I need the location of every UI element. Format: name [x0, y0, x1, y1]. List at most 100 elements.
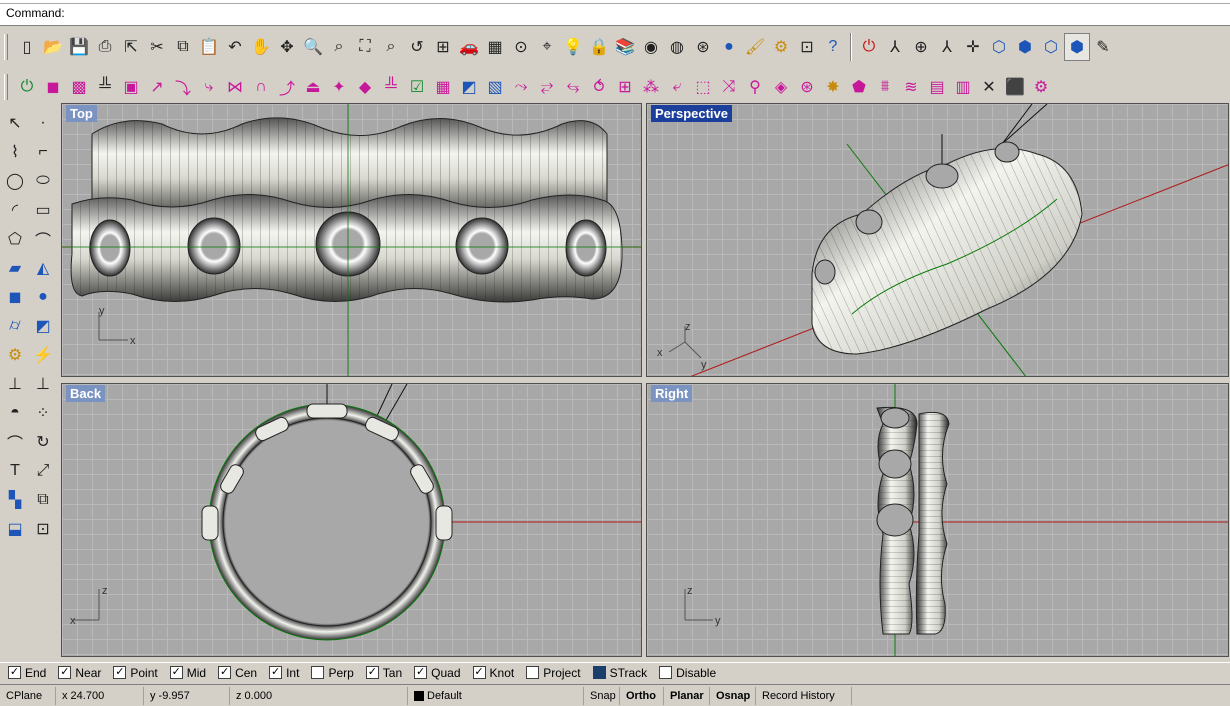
osnap-strack[interactable]: STrack — [592, 666, 647, 680]
axes-button[interactable]: ⅄ — [934, 33, 960, 61]
viewport-title-right[interactable]: Right — [651, 385, 693, 402]
wave-button[interactable]: ≋ — [898, 73, 924, 101]
planar-toggle[interactable]: Planar — [664, 686, 710, 705]
soft-box-button[interactable]: ▤ — [924, 73, 950, 101]
polygon-button[interactable]: ⬠ — [2, 224, 28, 253]
osnap-near[interactable]: ✓ Near — [58, 666, 101, 680]
cube-pink-button[interactable]: ◼ — [40, 73, 66, 101]
loft-surface-button[interactable]: ◭ — [30, 253, 56, 282]
viewport-perspective[interactable]: Perspective z x y — [646, 103, 1229, 377]
flow-button[interactable]: ⤳ — [508, 73, 534, 101]
viewport-title-top[interactable]: Top — [66, 105, 97, 122]
viewport-right[interactable]: Right z y — [646, 383, 1229, 657]
mesh-plane-button[interactable]: ◩ — [30, 311, 56, 340]
mesh-cube-button[interactable]: ▩ — [66, 73, 92, 101]
osnap-tan[interactable]: ✓ Tan — [365, 666, 402, 680]
undo-view-button[interactable]: ↺ — [404, 33, 430, 61]
osnap-project[interactable]: Project — [526, 666, 581, 680]
paint-brush-button[interactable]: 🖌 — [742, 33, 768, 61]
osnap-checkbox[interactable] — [526, 666, 540, 679]
point-grid-button[interactable]: ╩ — [378, 73, 404, 101]
render-sphere-button[interactable]: ● — [716, 33, 742, 61]
strip-button[interactable]: ▥ — [950, 73, 976, 101]
osnap-checkbox[interactable]: ✓ — [269, 666, 283, 679]
save-button[interactable]: 💾 — [66, 33, 92, 61]
osnap-perp[interactable]: Perp — [311, 666, 354, 680]
pin-button[interactable]: ⚲ — [742, 73, 768, 101]
grid-pink-button[interactable]: ▦ — [430, 73, 456, 101]
box-edit-button[interactable]: ▣ — [118, 73, 144, 101]
export-button[interactable]: ⇱ — [118, 33, 144, 61]
pen-button[interactable]: ✎ — [1090, 33, 1116, 61]
sphere-union-button[interactable]: ● — [30, 282, 56, 311]
record-history-toggle[interactable]: Record History — [756, 686, 852, 705]
check-grid-button[interactable]: ☑ — [404, 73, 430, 101]
osnap-checkbox[interactable]: ✓ — [218, 666, 232, 679]
dashed-box-button[interactable]: ⬚ — [690, 73, 716, 101]
cross-button[interactable]: ✕ — [976, 73, 1002, 101]
polyline-button[interactable]: ⌇ — [2, 137, 28, 166]
join-button[interactable]: ⋈ — [222, 73, 248, 101]
dimension-button[interactable]: ⊡ — [30, 514, 56, 543]
osnap-end[interactable]: ✓ End — [8, 666, 46, 680]
select-point-button[interactable]: ⌖ — [534, 33, 560, 61]
rotate-view-button[interactable]: ✥ — [274, 33, 300, 61]
block-button[interactable]: ⬓ — [2, 514, 28, 543]
cube-side-button[interactable]: ⬡ — [1038, 33, 1064, 61]
cylinder-button[interactable]: ⌭ — [2, 311, 28, 340]
osnap-checkbox[interactable]: ✓ — [113, 666, 127, 679]
cancel-button[interactable]: ⏻ — [856, 33, 882, 61]
command-input[interactable] — [72, 5, 1172, 21]
pan-hand-button[interactable]: ✋ — [248, 33, 274, 61]
paste-button[interactable]: 📋 — [196, 33, 222, 61]
osnap-toggle[interactable]: Osnap — [710, 686, 756, 705]
arc-tool-button[interactable]: ◜ — [2, 195, 28, 224]
undo-button[interactable]: ↶ — [222, 33, 248, 61]
open-folder-button[interactable]: 📂 — [40, 33, 66, 61]
osnap-point[interactable]: ✓ Point — [113, 666, 158, 680]
boolean-button[interactable]: ◓ — [2, 398, 28, 427]
four-viewports-button[interactable]: ⊞ — [430, 33, 456, 61]
check-diamond-button[interactable]: ◈ — [768, 73, 794, 101]
wireframe-sphere-button[interactable]: ◍ — [664, 33, 690, 61]
properties-button[interactable]: ⊡ — [794, 33, 820, 61]
group-button[interactable]: ▚ — [2, 485, 28, 514]
osnap-checkbox[interactable]: ✓ — [472, 666, 486, 679]
zoom-extents-button[interactable]: ⛶ — [352, 33, 378, 61]
viewport-back[interactable]: Back z x — [61, 383, 642, 657]
array-button[interactable]: ⁘ — [30, 398, 56, 427]
mirror-button[interactable]: ⧉ — [30, 485, 56, 514]
viewport-title-perspective[interactable]: Perspective — [651, 105, 732, 122]
solid-box-button[interactable]: ⬛ — [1002, 73, 1028, 101]
layers-button[interactable]: 📚 — [612, 33, 638, 61]
mesh-sphere-button[interactable]: ⊛ — [690, 33, 716, 61]
cube-top-button[interactable]: ⬢ — [1064, 33, 1090, 61]
rotate-button[interactable]: ↻ — [30, 427, 56, 456]
lock-button[interactable]: 🔒 — [586, 33, 612, 61]
select-arrow-button[interactable]: ↖ — [2, 108, 28, 137]
bend-button[interactable]: ⥀ — [586, 73, 612, 101]
target-button[interactable]: ⊕ — [908, 33, 934, 61]
bridge-button[interactable]: ⩩ — [872, 73, 898, 101]
toolbar-grip[interactable] — [4, 74, 8, 100]
osnap-mid[interactable]: ✓ Mid — [169, 666, 206, 680]
scale-button[interactable]: ⤢ — [30, 456, 56, 485]
move-button[interactable]: ⊥ — [2, 369, 28, 398]
curve-button[interactable]: ⌐ — [30, 137, 56, 166]
ortho-toggle[interactable]: Ortho — [620, 686, 664, 705]
viewport-title-back[interactable]: Back — [66, 385, 106, 402]
arc-button[interactable]: ∩ — [248, 73, 274, 101]
box-solid-button[interactable]: ◼ — [2, 282, 28, 311]
curve-net-button[interactable]: ✦ — [326, 73, 352, 101]
options-gear-button[interactable]: ⚙ — [768, 33, 794, 61]
fillet-button[interactable]: ⤵ — [170, 73, 196, 101]
blend-button[interactable]: ⥂ — [534, 73, 560, 101]
osnap-checkbox[interactable]: ✓ — [365, 666, 379, 679]
cut-button[interactable]: ✂ — [144, 33, 170, 61]
osnap-checkbox[interactable] — [311, 666, 325, 679]
flash-button[interactable]: ⚡ — [30, 340, 56, 369]
snap-toggle[interactable]: Snap — [584, 686, 620, 705]
new-file-button[interactable]: ▯ — [14, 33, 40, 61]
node-button[interactable]: ⊛ — [794, 73, 820, 101]
osnap-checkbox[interactable]: ✓ — [169, 666, 183, 679]
